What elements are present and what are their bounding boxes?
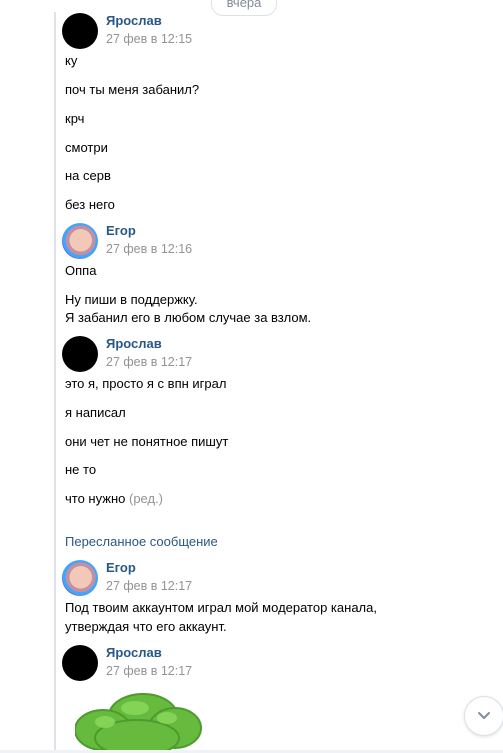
message-text: Оппа xyxy=(65,263,97,278)
author-name[interactable]: Егор xyxy=(106,223,136,238)
author-name[interactable]: Ярослав xyxy=(106,336,162,351)
avatar[interactable] xyxy=(62,336,98,372)
message-text: утверждая что его аккаунт. xyxy=(65,619,227,634)
forwarded-quote-line xyxy=(54,12,56,750)
chevron-down-icon xyxy=(475,706,493,727)
message-time[interactable]: 27 фев в 12:17 xyxy=(106,579,192,593)
message-time[interactable]: 27 фев в 12:15 xyxy=(106,32,192,46)
message-text-edited: что нужно (ред.) xyxy=(65,491,163,506)
message-text: я написал xyxy=(65,405,126,420)
message-text: они чет не понятное пишут xyxy=(65,434,229,449)
message-text: на серв xyxy=(65,168,111,183)
author-name[interactable]: Ярослав xyxy=(106,645,162,660)
message-text: это я, просто я с впн играл xyxy=(65,376,227,391)
avatar[interactable] xyxy=(62,645,98,681)
green-bush-sticker[interactable] xyxy=(74,688,205,753)
edited-label[interactable]: (ред.) xyxy=(129,491,163,506)
message-text: без него xyxy=(65,197,115,212)
message-text: что нужно xyxy=(65,491,126,506)
avatar[interactable] xyxy=(62,13,98,49)
date-separator: вчера xyxy=(211,0,277,16)
message-text: Под твоим аккаунтом играл мой модератор … xyxy=(65,600,377,615)
message-text: ку xyxy=(65,53,78,68)
message-text: Я забанил его в любом случае за взлом. xyxy=(65,310,312,325)
avatar[interactable] xyxy=(62,223,98,259)
message-time[interactable]: 27 фев в 12:17 xyxy=(106,355,192,369)
author-name[interactable]: Егор xyxy=(106,560,136,575)
chat-history: вчера Ярослав 27 фев в 12:15 ку поч ты м… xyxy=(0,0,503,753)
message-time[interactable]: 27 фев в 12:16 xyxy=(106,242,192,256)
message-text: поч ты меня забанил? xyxy=(65,82,200,97)
forwarded-message-label[interactable]: Пересланное сообщение xyxy=(65,534,218,549)
author-name[interactable]: Ярослав xyxy=(106,13,162,28)
avatar[interactable] xyxy=(62,560,98,596)
message-text: смотри xyxy=(65,140,108,155)
message-text: не то xyxy=(65,462,97,477)
scroll-down-button[interactable] xyxy=(464,696,503,736)
message-time[interactable]: 27 фев в 12:17 xyxy=(106,664,192,678)
message-text: Ну пиши в поддержку. xyxy=(65,292,198,307)
message-text: крч xyxy=(65,111,85,126)
